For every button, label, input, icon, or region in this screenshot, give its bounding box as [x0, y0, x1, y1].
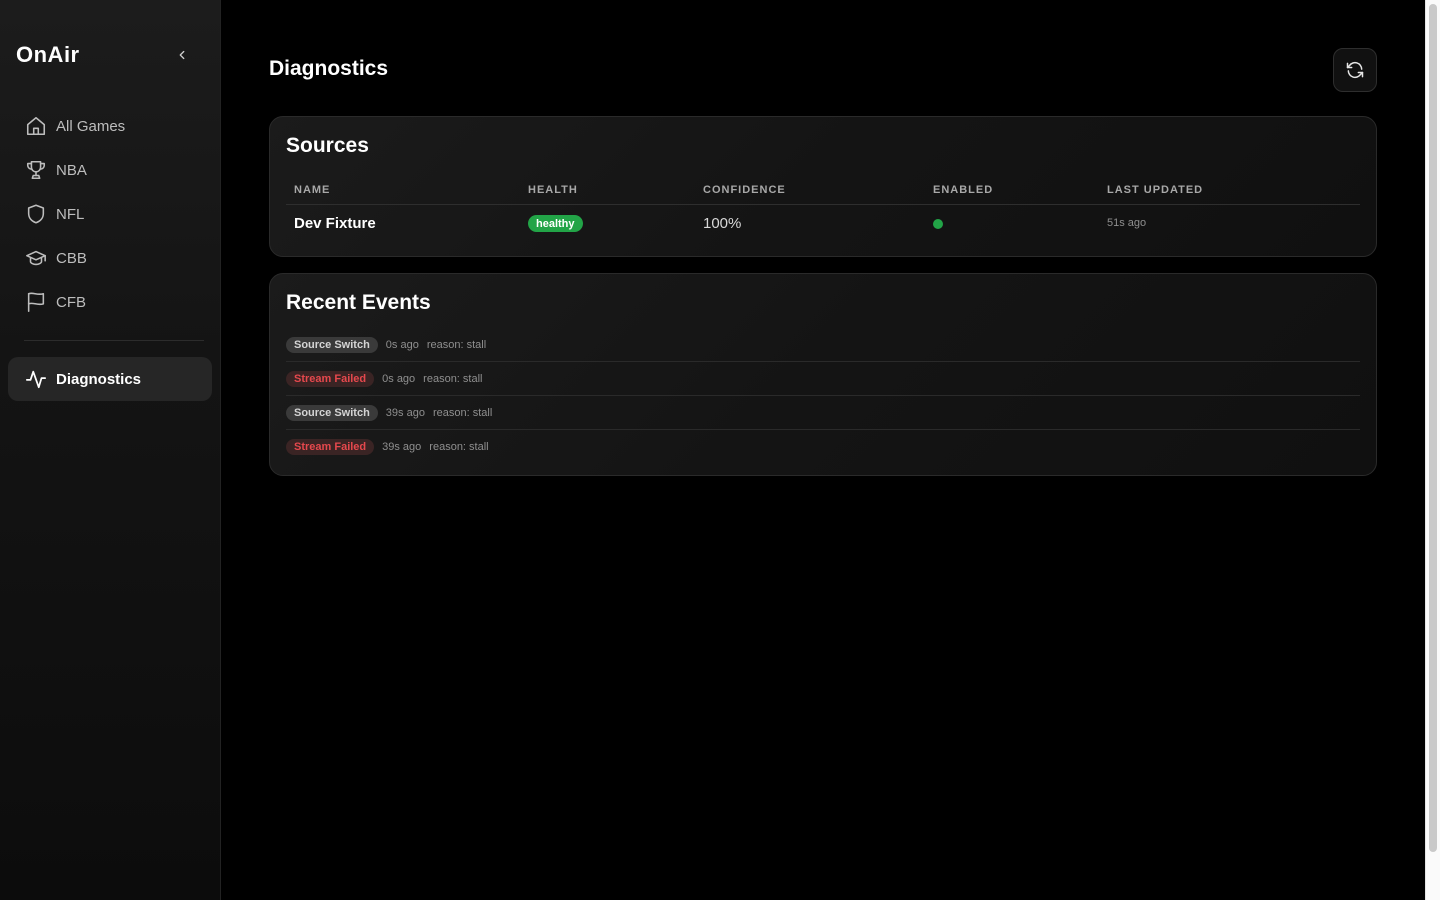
sidebar-item-cfb[interactable]: CFB [8, 280, 212, 324]
confidence-value: 100% [703, 215, 742, 232]
event-row: Source Switch 0s ago reason: stall [286, 328, 1360, 362]
sidebar-item-label: NBA [56, 161, 87, 179]
sources-title: Sources [286, 134, 369, 157]
event-reason: reason: stall [426, 338, 487, 351]
shield-icon [24, 202, 48, 226]
source-name: Dev Fixture [294, 215, 376, 232]
event-type-badge: Stream Failed [286, 370, 375, 387]
event-row: Stream Failed 0s ago reason: stall [286, 362, 1360, 396]
refresh-button[interactable] [1333, 48, 1377, 92]
activity-icon [24, 367, 48, 391]
sources-card: Sources NAME HEALTH CONFIDENCE ENABLED L… [269, 116, 1377, 257]
column-header-health: HEALTH [528, 184, 578, 196]
sidebar-item-all-games[interactable]: All Games [8, 104, 212, 148]
trophy-icon [24, 158, 48, 182]
page-title: Diagnostics [269, 57, 389, 80]
refresh-icon [1346, 61, 1364, 79]
sidebar: OnAir All Games NBA NFL CBB CFB Diagnost… [0, 0, 221, 900]
event-row: Stream Failed 39s ago reason: stall [286, 430, 1360, 464]
chevron-left-icon [179, 50, 185, 60]
event-time: 39s ago [385, 406, 425, 419]
flag-icon [24, 290, 48, 314]
event-type-badge: Source Switch [286, 336, 378, 353]
recent-events-card: Recent Events Source Switch 0s ago reaso… [269, 273, 1377, 476]
sidebar-item-label: Diagnostics [56, 370, 142, 388]
column-header-confidence: CONFIDENCE [703, 184, 786, 196]
sidebar-item-nba[interactable]: NBA [8, 148, 212, 192]
event-time: 0s ago [382, 372, 416, 385]
sidebar-item-nfl[interactable]: NFL [8, 192, 212, 236]
last-updated-value: 51s ago [1107, 217, 1147, 229]
event-time: 39s ago [382, 441, 422, 453]
event-reason: reason: stall [429, 441, 489, 453]
event-row: Source Switch 39s ago reason: stall [286, 396, 1360, 430]
sidebar-divider [24, 340, 204, 341]
column-header-enabled: ENABLED [933, 184, 994, 196]
column-header-last-updated: LAST UPDATED [1107, 184, 1204, 196]
main-content: Diagnostics Sources NAME HEALTH CONFIDEN… [221, 0, 1425, 900]
sidebar-item-label: NFL [56, 205, 85, 223]
sidebar-nav: All Games NBA NFL CBB CFB [8, 104, 212, 324]
event-reason: reason: stall [432, 406, 493, 419]
event-reason: reason: stall [423, 372, 483, 385]
event-type-badge: Source Switch [286, 404, 378, 421]
home-icon [24, 114, 48, 138]
collapse-sidebar-button[interactable] [172, 45, 192, 65]
sidebar-item-label: CBB [56, 249, 87, 267]
enabled-status-dot [933, 219, 943, 229]
sidebar-item-cbb[interactable]: CBB [8, 236, 212, 280]
sidebar-item-label: CFB [56, 293, 86, 311]
health-badge: healthy [528, 215, 583, 232]
sidebar-item-diagnostics[interactable]: Diagnostics [8, 357, 212, 401]
scrollbar-thumb[interactable] [1429, 4, 1437, 852]
event-type-badge: Stream Failed [286, 439, 375, 455]
sidebar-item-label: All Games [56, 117, 126, 135]
recent-events-title: Recent Events [286, 291, 431, 314]
brand-logo: OnAir [16, 42, 80, 67]
vertical-scrollbar[interactable] [1425, 0, 1440, 900]
graduation-cap-icon [24, 246, 48, 270]
event-time: 0s ago [385, 338, 419, 351]
table-header-divider [286, 204, 1360, 205]
column-header-name: NAME [294, 184, 331, 196]
